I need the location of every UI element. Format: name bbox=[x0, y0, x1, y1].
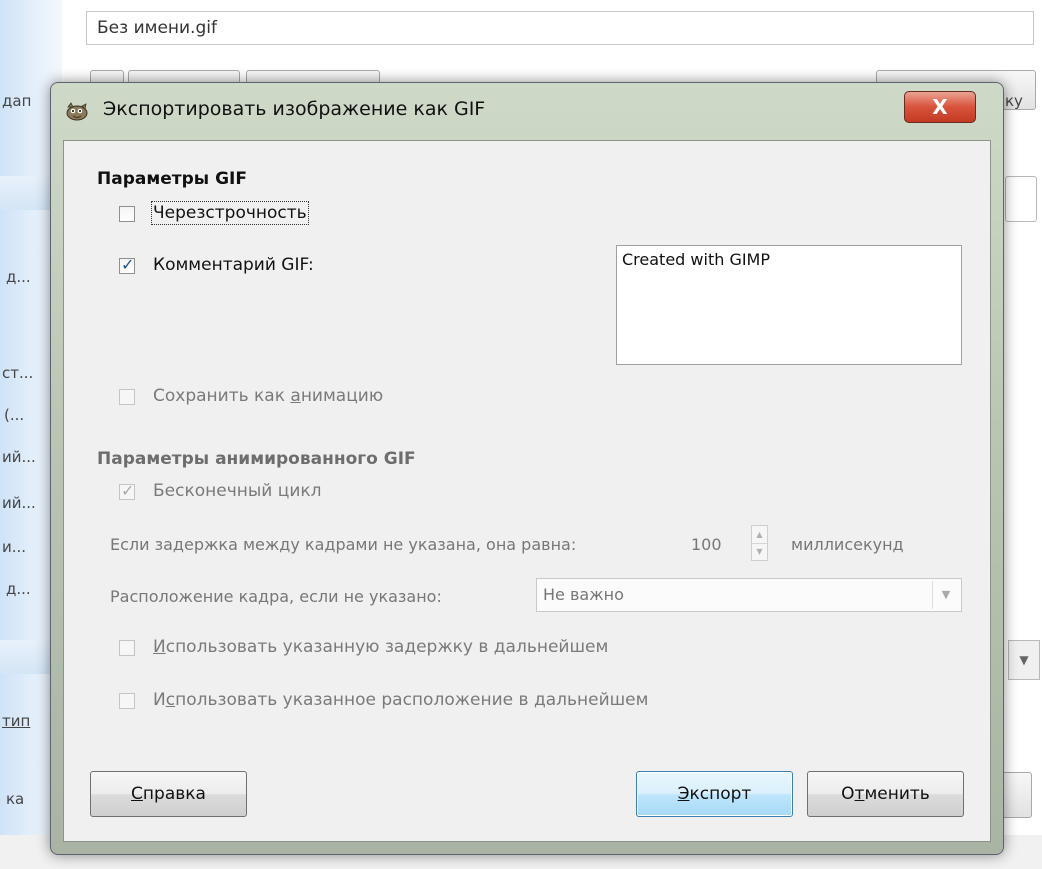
spin-up-icon[interactable]: ▲ bbox=[752, 526, 767, 544]
gif-comment-checkbox[interactable]: ✓ bbox=[119, 255, 135, 274]
delay-unit-label: миллисекунд bbox=[791, 535, 904, 554]
use-disposal-label: Использовать указанное расположение в да… bbox=[153, 690, 649, 710]
parent-text-fragment: ку bbox=[1005, 92, 1023, 110]
use-delay-label: Использовать указанную задержку в дальне… bbox=[153, 637, 609, 657]
parent-place-item[interactable]: д... bbox=[6, 268, 31, 286]
interlace-label: Черезстрочность bbox=[151, 201, 309, 225]
parent-place-item[interactable]: д... bbox=[6, 580, 31, 598]
frame-disposal-select[interactable]: Не важно ▼ bbox=[536, 578, 962, 612]
infinite-loop-label: Бесконечный цикл bbox=[153, 481, 322, 501]
chevron-down-icon[interactable]: ▼ bbox=[932, 581, 959, 609]
gimp-icon bbox=[66, 102, 88, 121]
delay-spinner[interactable]: ▲ ▼ bbox=[751, 525, 768, 561]
gif-options-heading: Параметры GIF bbox=[97, 169, 247, 189]
parent-search-field[interactable] bbox=[1005, 176, 1037, 222]
export-gif-dialog: Экспортировать изображение как GIF X Пар… bbox=[50, 82, 1004, 855]
checkmark-icon: ✓ bbox=[121, 481, 135, 500]
close-icon: X bbox=[932, 95, 948, 119]
dialog-content: Параметры GIF Черезстрочность ✓ Коммента… bbox=[63, 140, 991, 842]
parent-place-item[interactable]: и... bbox=[2, 538, 26, 556]
save-as-animation-label: Сохранить как анимацию bbox=[153, 386, 384, 406]
use-disposal-checkbox[interactable] bbox=[119, 693, 135, 709]
use-disposal-option[interactable]: Использовать указанное расположение в да… bbox=[119, 690, 739, 716]
infinite-loop-option[interactable]: ✓ Бесконечный цикл bbox=[119, 481, 379, 507]
dialog-titlebar[interactable]: Экспортировать изображение как GIF X bbox=[51, 83, 1003, 137]
checkmark-icon: ✓ bbox=[121, 255, 135, 274]
infinite-loop-checkbox[interactable]: ✓ bbox=[119, 481, 135, 500]
spin-down-icon[interactable]: ▼ bbox=[752, 543, 767, 560]
animated-gif-options-heading: Параметры анимированного GIF bbox=[97, 449, 416, 469]
parent-place-item[interactable]: (... bbox=[4, 406, 24, 424]
parent-text-fragment: дап bbox=[2, 92, 32, 110]
gif-comment-textarea[interactable]: Created with GIMP bbox=[616, 245, 962, 365]
dialog-title: Экспортировать изображение как GIF bbox=[103, 98, 486, 120]
parent-file-type-combo[interactable]: ▼ bbox=[1008, 640, 1040, 680]
default-delay-label: Если задержка между кадрами не указана, … bbox=[110, 535, 577, 554]
gif-comment-option[interactable]: ✓ Комментарий GIF: bbox=[119, 255, 379, 281]
parent-text-fragment: тип bbox=[2, 712, 31, 730]
parent-place-item[interactable]: ст... bbox=[2, 364, 33, 382]
interlace-option[interactable]: Черезстрочность bbox=[119, 201, 359, 229]
delay-value-input[interactable]: 100 bbox=[691, 535, 722, 554]
use-delay-checkbox[interactable] bbox=[119, 640, 135, 656]
cancel-button[interactable]: Отменить bbox=[807, 771, 964, 817]
save-as-animation-checkbox[interactable] bbox=[119, 389, 135, 405]
parent-place-item[interactable]: ий... bbox=[2, 494, 36, 512]
parent-place-item[interactable]: ий... bbox=[2, 448, 36, 466]
help-button[interactable]: Справка bbox=[90, 771, 247, 817]
parent-help-button-fragment[interactable]: ка bbox=[6, 790, 24, 808]
use-delay-option[interactable]: Использовать указанную задержку в дальне… bbox=[119, 637, 679, 663]
frame-disposal-value: Не важно bbox=[543, 585, 624, 604]
file-name-field[interactable]: Без имени.gif bbox=[86, 11, 1034, 45]
frame-disposal-label: Расположение кадра, если не указано: bbox=[110, 587, 442, 606]
export-button[interactable]: Экспорт bbox=[636, 771, 793, 817]
save-as-animation-option[interactable]: Сохранить как анимацию bbox=[119, 386, 439, 412]
close-button[interactable]: X bbox=[904, 91, 976, 123]
interlace-checkbox[interactable] bbox=[119, 206, 135, 222]
gif-comment-label: Комментарий GIF: bbox=[153, 255, 314, 275]
